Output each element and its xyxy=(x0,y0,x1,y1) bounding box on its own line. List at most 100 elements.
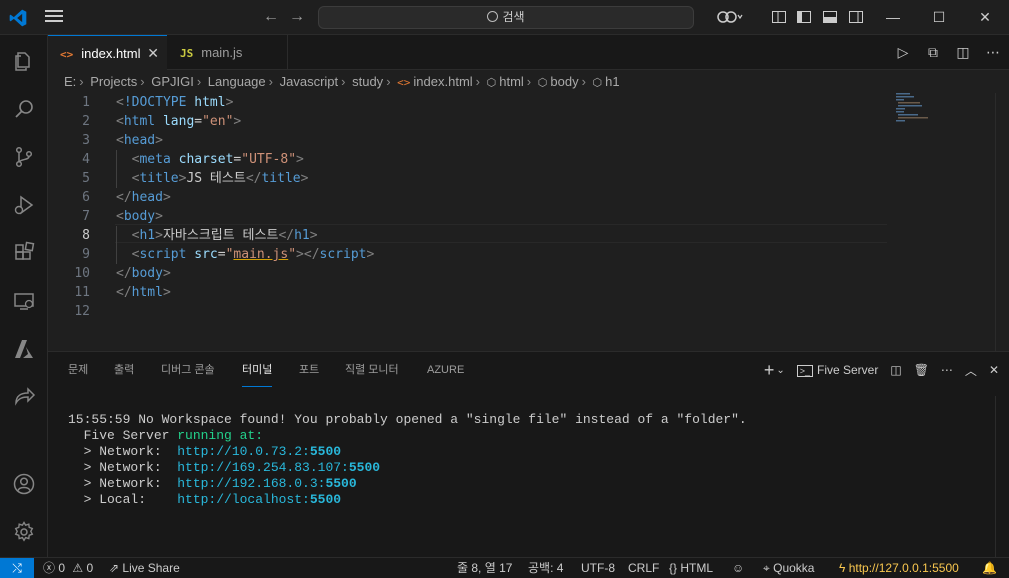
chevron-down-icon[interactable]: ⌄ xyxy=(776,365,784,376)
split-terminal-icon[interactable]: ◫ xyxy=(890,363,901,377)
split-editor-icon[interactable]: ◫ xyxy=(955,44,971,61)
menu-icon[interactable] xyxy=(45,10,63,24)
breadcrumb-item[interactable]: html xyxy=(499,74,524,89)
code-line[interactable]: 10 </body> xyxy=(48,264,888,283)
toggle-panel-icon[interactable] xyxy=(822,9,838,25)
panel-tab-debug-console[interactable]: 디버그 콘솔 xyxy=(161,352,215,388)
terminal-link[interactable]: http://192.168.0.3: xyxy=(177,476,325,491)
code-token: meta xyxy=(139,152,179,167)
code-token: !DOCTYPE xyxy=(123,95,195,110)
live-share-icon[interactable] xyxy=(0,373,48,421)
code-token: "UTF-8" xyxy=(241,152,297,167)
terminal-output[interactable]: 15:55:59 No Workspace found! You probabl… xyxy=(68,412,747,508)
cursor-position[interactable]: 줄 8, 열 17 xyxy=(457,558,512,578)
terminal-instance[interactable]: >_ Five Server xyxy=(796,363,878,377)
code-line[interactable]: 3 <head> xyxy=(48,131,888,150)
new-terminal-icon[interactable]: + xyxy=(764,360,775,381)
terminal-port[interactable]: 5500 xyxy=(310,492,341,507)
live-share-status[interactable]: ⇗ Live Share xyxy=(109,558,180,578)
open-preview-icon[interactable]: ⧉ xyxy=(925,44,941,61)
live-server-url: http://127.0.0.1:5500 xyxy=(848,561,959,575)
accounts-icon[interactable] xyxy=(0,460,48,508)
command-center-search[interactable]: 검색 xyxy=(318,6,694,29)
breadcrumb-item[interactable]: Language xyxy=(208,74,266,89)
maximize-button[interactable]: ☐ xyxy=(916,0,962,35)
panel-tab-terminal[interactable]: 터미널 xyxy=(242,354,273,387)
code-editor[interactable]: 1 <!DOCTYPE html> 2 <html lang="en"> 3 <head>… xyxy=(48,93,1009,351)
minimize-button[interactable]: — xyxy=(870,0,916,35)
search-icon[interactable] xyxy=(0,85,48,133)
terminal-link[interactable]: http://169.254.83.107: xyxy=(177,460,349,475)
trash-icon[interactable]: 🗑 xyxy=(914,363,929,377)
bell-icon[interactable]: 🔔 xyxy=(982,558,997,578)
encoding-status[interactable]: UTF-8 xyxy=(581,558,615,578)
breadcrumb-item[interactable]: h1 xyxy=(605,74,619,89)
layout-icon[interactable] xyxy=(771,9,787,25)
copilot-status-icon[interactable]: ☺ xyxy=(732,558,744,578)
more-actions-icon[interactable]: ⋯ xyxy=(941,363,953,377)
source-control-icon[interactable] xyxy=(0,133,48,181)
breadcrumb-item[interactable]: Projects xyxy=(90,74,137,89)
breadcrumb-item[interactable]: E: xyxy=(64,74,76,89)
explorer-icon[interactable] xyxy=(0,37,48,85)
panel-tab-serial-monitor[interactable]: 직렬 모니터 xyxy=(345,352,399,388)
problems-status[interactable]: ⓧ 0 ⚠ 0 xyxy=(43,558,93,578)
breadcrumb-item[interactable]: study xyxy=(352,74,383,89)
tab-main-js[interactable]: JS main.js xyxy=(168,35,288,70)
code-line[interactable]: 9 <script src="main.js"></script> xyxy=(48,245,888,264)
eol-status[interactable]: CRLF xyxy=(628,558,659,578)
language-mode[interactable]: {} HTML xyxy=(669,558,713,578)
settings-gear-icon[interactable] xyxy=(0,508,48,556)
terminal-port[interactable]: 5500 xyxy=(349,460,380,475)
copilot-icon[interactable] xyxy=(716,9,744,25)
terminal-link[interactable]: http://localhost: xyxy=(177,492,310,507)
close-window-button[interactable]: ✕ xyxy=(962,0,1008,35)
code-content: <html lang="en"> xyxy=(116,112,241,131)
code-line[interactable]: 7 <body> xyxy=(48,207,888,226)
tab-index-html[interactable]: <> index.html ✕ xyxy=(48,35,167,70)
code-line[interactable]: 4 <meta charset="UTF-8"> xyxy=(48,150,888,169)
terminal-port[interactable]: 5500 xyxy=(325,476,356,491)
toggle-primary-sidebar-icon[interactable] xyxy=(796,9,812,25)
code-line[interactable]: 8 <h1>자바스크립트 테스트</h1> xyxy=(48,226,888,245)
breadcrumb-item[interactable]: Javascript xyxy=(280,74,339,89)
indentation-status[interactable]: 공백: 4 xyxy=(528,558,563,578)
terminal-scrollbar[interactable] xyxy=(995,396,1009,558)
breadcrumb-item[interactable]: index.html xyxy=(413,74,472,89)
panel-tab-output[interactable]: 출력 xyxy=(114,352,134,388)
panel-tab-azure[interactable]: AZURE xyxy=(427,352,464,388)
arrow-right-icon[interactable]: → xyxy=(289,8,305,26)
more-actions-icon[interactable]: ⋯ xyxy=(985,44,1001,61)
breadcrumb-item[interactable]: GPJIGI xyxy=(151,74,194,89)
code-token: html xyxy=(194,95,226,110)
azure-icon[interactable] xyxy=(0,325,48,373)
code-line[interactable]: 12 xyxy=(48,302,888,321)
code-line[interactable]: 11 </html> xyxy=(48,283,888,302)
code-line[interactable]: 2 <html lang="en"> xyxy=(48,112,888,131)
terminal-link[interactable]: http://10.0.73.2: xyxy=(177,444,310,459)
breadcrumb-item[interactable]: body xyxy=(550,74,578,89)
code-line[interactable]: 5 <title>JS 테스트</title> xyxy=(48,169,888,188)
run-debug-icon[interactable] xyxy=(0,181,48,229)
minimap[interactable] xyxy=(896,93,936,123)
toggle-secondary-sidebar-icon[interactable] xyxy=(848,9,864,25)
live-server-status[interactable]: ϟ http://127.0.0.1:5500 xyxy=(839,558,959,578)
quokka-status[interactable]: ⌖ Quokka xyxy=(763,558,814,578)
remote-explorer-icon[interactable] xyxy=(0,277,48,325)
code-line[interactable]: 6 </head> xyxy=(48,188,888,207)
remote-indicator-icon[interactable]: ⤭ xyxy=(0,558,34,578)
run-icon[interactable]: ▷ xyxy=(895,44,911,61)
panel-tab-ports[interactable]: 포트 xyxy=(299,352,319,388)
editor-scrollbar[interactable] xyxy=(995,93,1009,351)
code-line[interactable]: 1 <!DOCTYPE html> xyxy=(48,93,888,112)
close-tab-icon[interactable]: ✕ xyxy=(147,36,159,71)
code-token: </ xyxy=(278,228,295,243)
terminal-port[interactable]: 5500 xyxy=(310,444,341,459)
maximize-panel-icon[interactable]: ︿ xyxy=(965,362,977,379)
code-content: </html> xyxy=(116,283,171,302)
close-panel-icon[interactable]: ✕ xyxy=(989,363,999,377)
arrow-left-icon[interactable]: ← xyxy=(263,8,279,26)
panel-tab-problems[interactable]: 문제 xyxy=(68,352,88,388)
extensions-icon[interactable] xyxy=(0,229,48,277)
